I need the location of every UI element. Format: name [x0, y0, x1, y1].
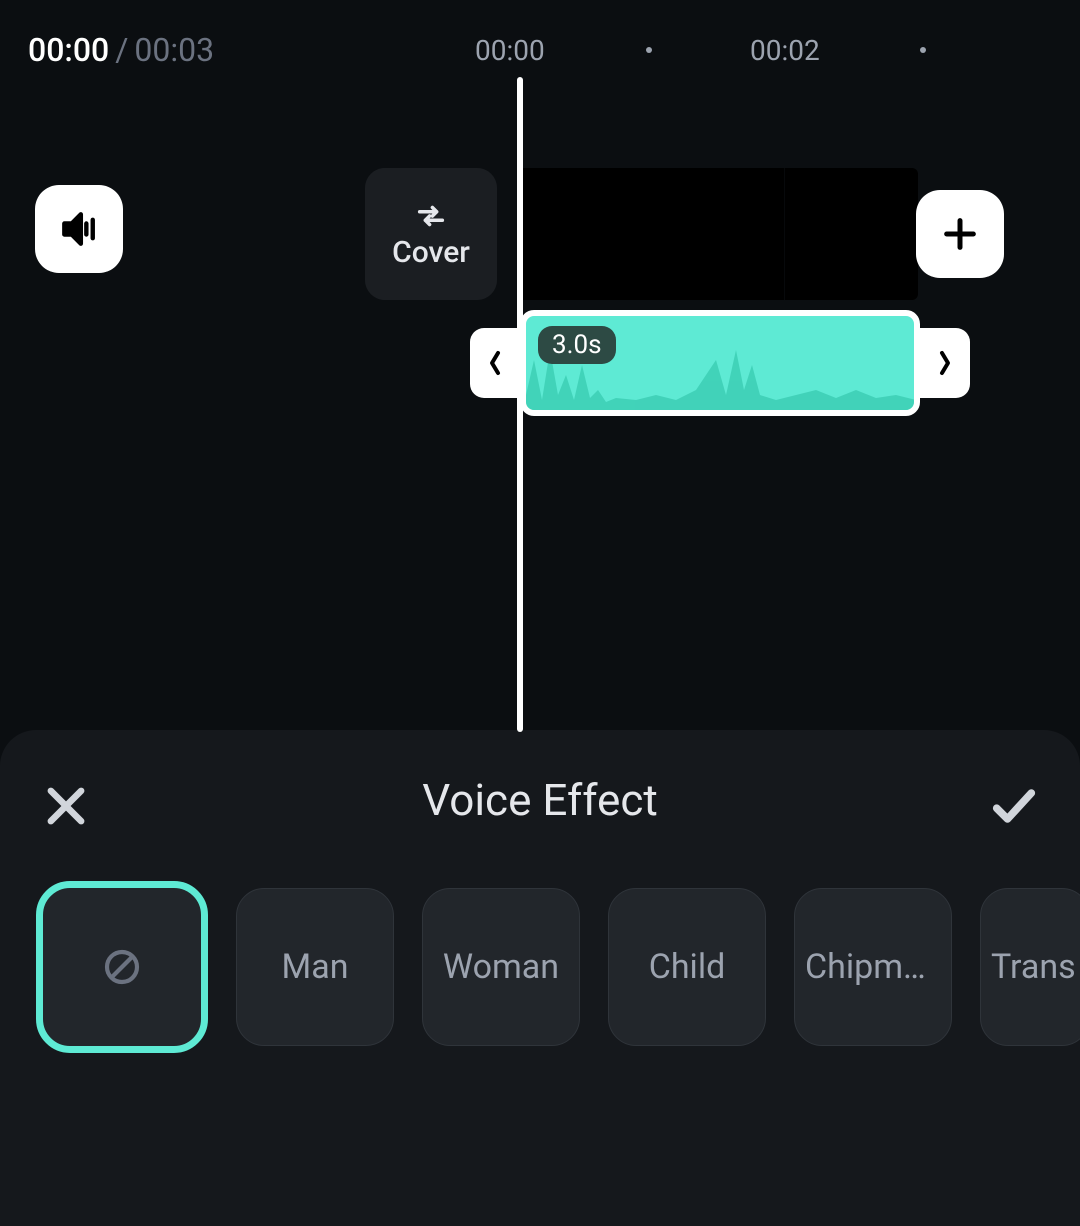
effect-transformer[interactable]: Trans	[980, 888, 1080, 1046]
playhead[interactable]	[517, 77, 523, 732]
confirm-button[interactable]	[988, 780, 1040, 836]
close-icon	[40, 780, 92, 832]
video-frame	[651, 168, 784, 300]
playback-time-separator: /	[115, 31, 128, 69]
close-button[interactable]	[40, 780, 92, 836]
playback-time-current: 00:00	[28, 31, 109, 69]
add-clip-button[interactable]	[916, 190, 1004, 278]
swap-icon	[414, 199, 448, 233]
effect-woman[interactable]: Woman	[422, 888, 580, 1046]
playback-time-total: 00:03	[134, 31, 214, 69]
audio-trim-right-handle[interactable]	[920, 328, 970, 398]
ruler-tick	[646, 47, 652, 53]
audio-clip[interactable]: 3.0s	[520, 310, 920, 416]
effect-man[interactable]: Man	[236, 888, 394, 1046]
ruler-tick	[920, 47, 926, 53]
audio-duration-badge: 3.0s	[538, 326, 616, 364]
plus-icon	[940, 214, 980, 254]
voice-effect-panel: Voice Effect Man Woman Child Chipmu… Tra…	[0, 730, 1080, 1226]
audio-trim-left-handle[interactable]	[470, 328, 520, 398]
speaker-icon	[57, 207, 101, 251]
effect-label: Man	[247, 947, 383, 987]
ruler-mark-0: 00:00	[475, 34, 545, 67]
check-icon	[988, 780, 1040, 832]
effect-none[interactable]	[36, 881, 208, 1053]
effect-label: Chipmu…	[805, 947, 941, 987]
video-clip[interactable]	[518, 168, 918, 300]
cover-button[interactable]: Cover	[365, 168, 497, 300]
cover-label: Cover	[392, 235, 470, 270]
video-frame	[785, 168, 918, 300]
effect-label: Child	[619, 947, 755, 987]
chevron-right-icon	[938, 349, 952, 377]
video-frame	[518, 168, 651, 300]
effect-options: Man Woman Child Chipmu… Trans	[36, 888, 1080, 1053]
ruler-mark-1: 00:02	[750, 34, 820, 67]
effect-label: Woman	[433, 947, 569, 987]
effect-child[interactable]: Child	[608, 888, 766, 1046]
chevron-left-icon	[488, 349, 502, 377]
effect-label: Trans	[991, 947, 1079, 987]
mute-button[interactable]	[35, 185, 123, 273]
effect-chipmunk[interactable]: Chipmu…	[794, 888, 952, 1046]
panel-title: Voice Effect	[422, 774, 658, 826]
none-icon	[102, 947, 142, 987]
